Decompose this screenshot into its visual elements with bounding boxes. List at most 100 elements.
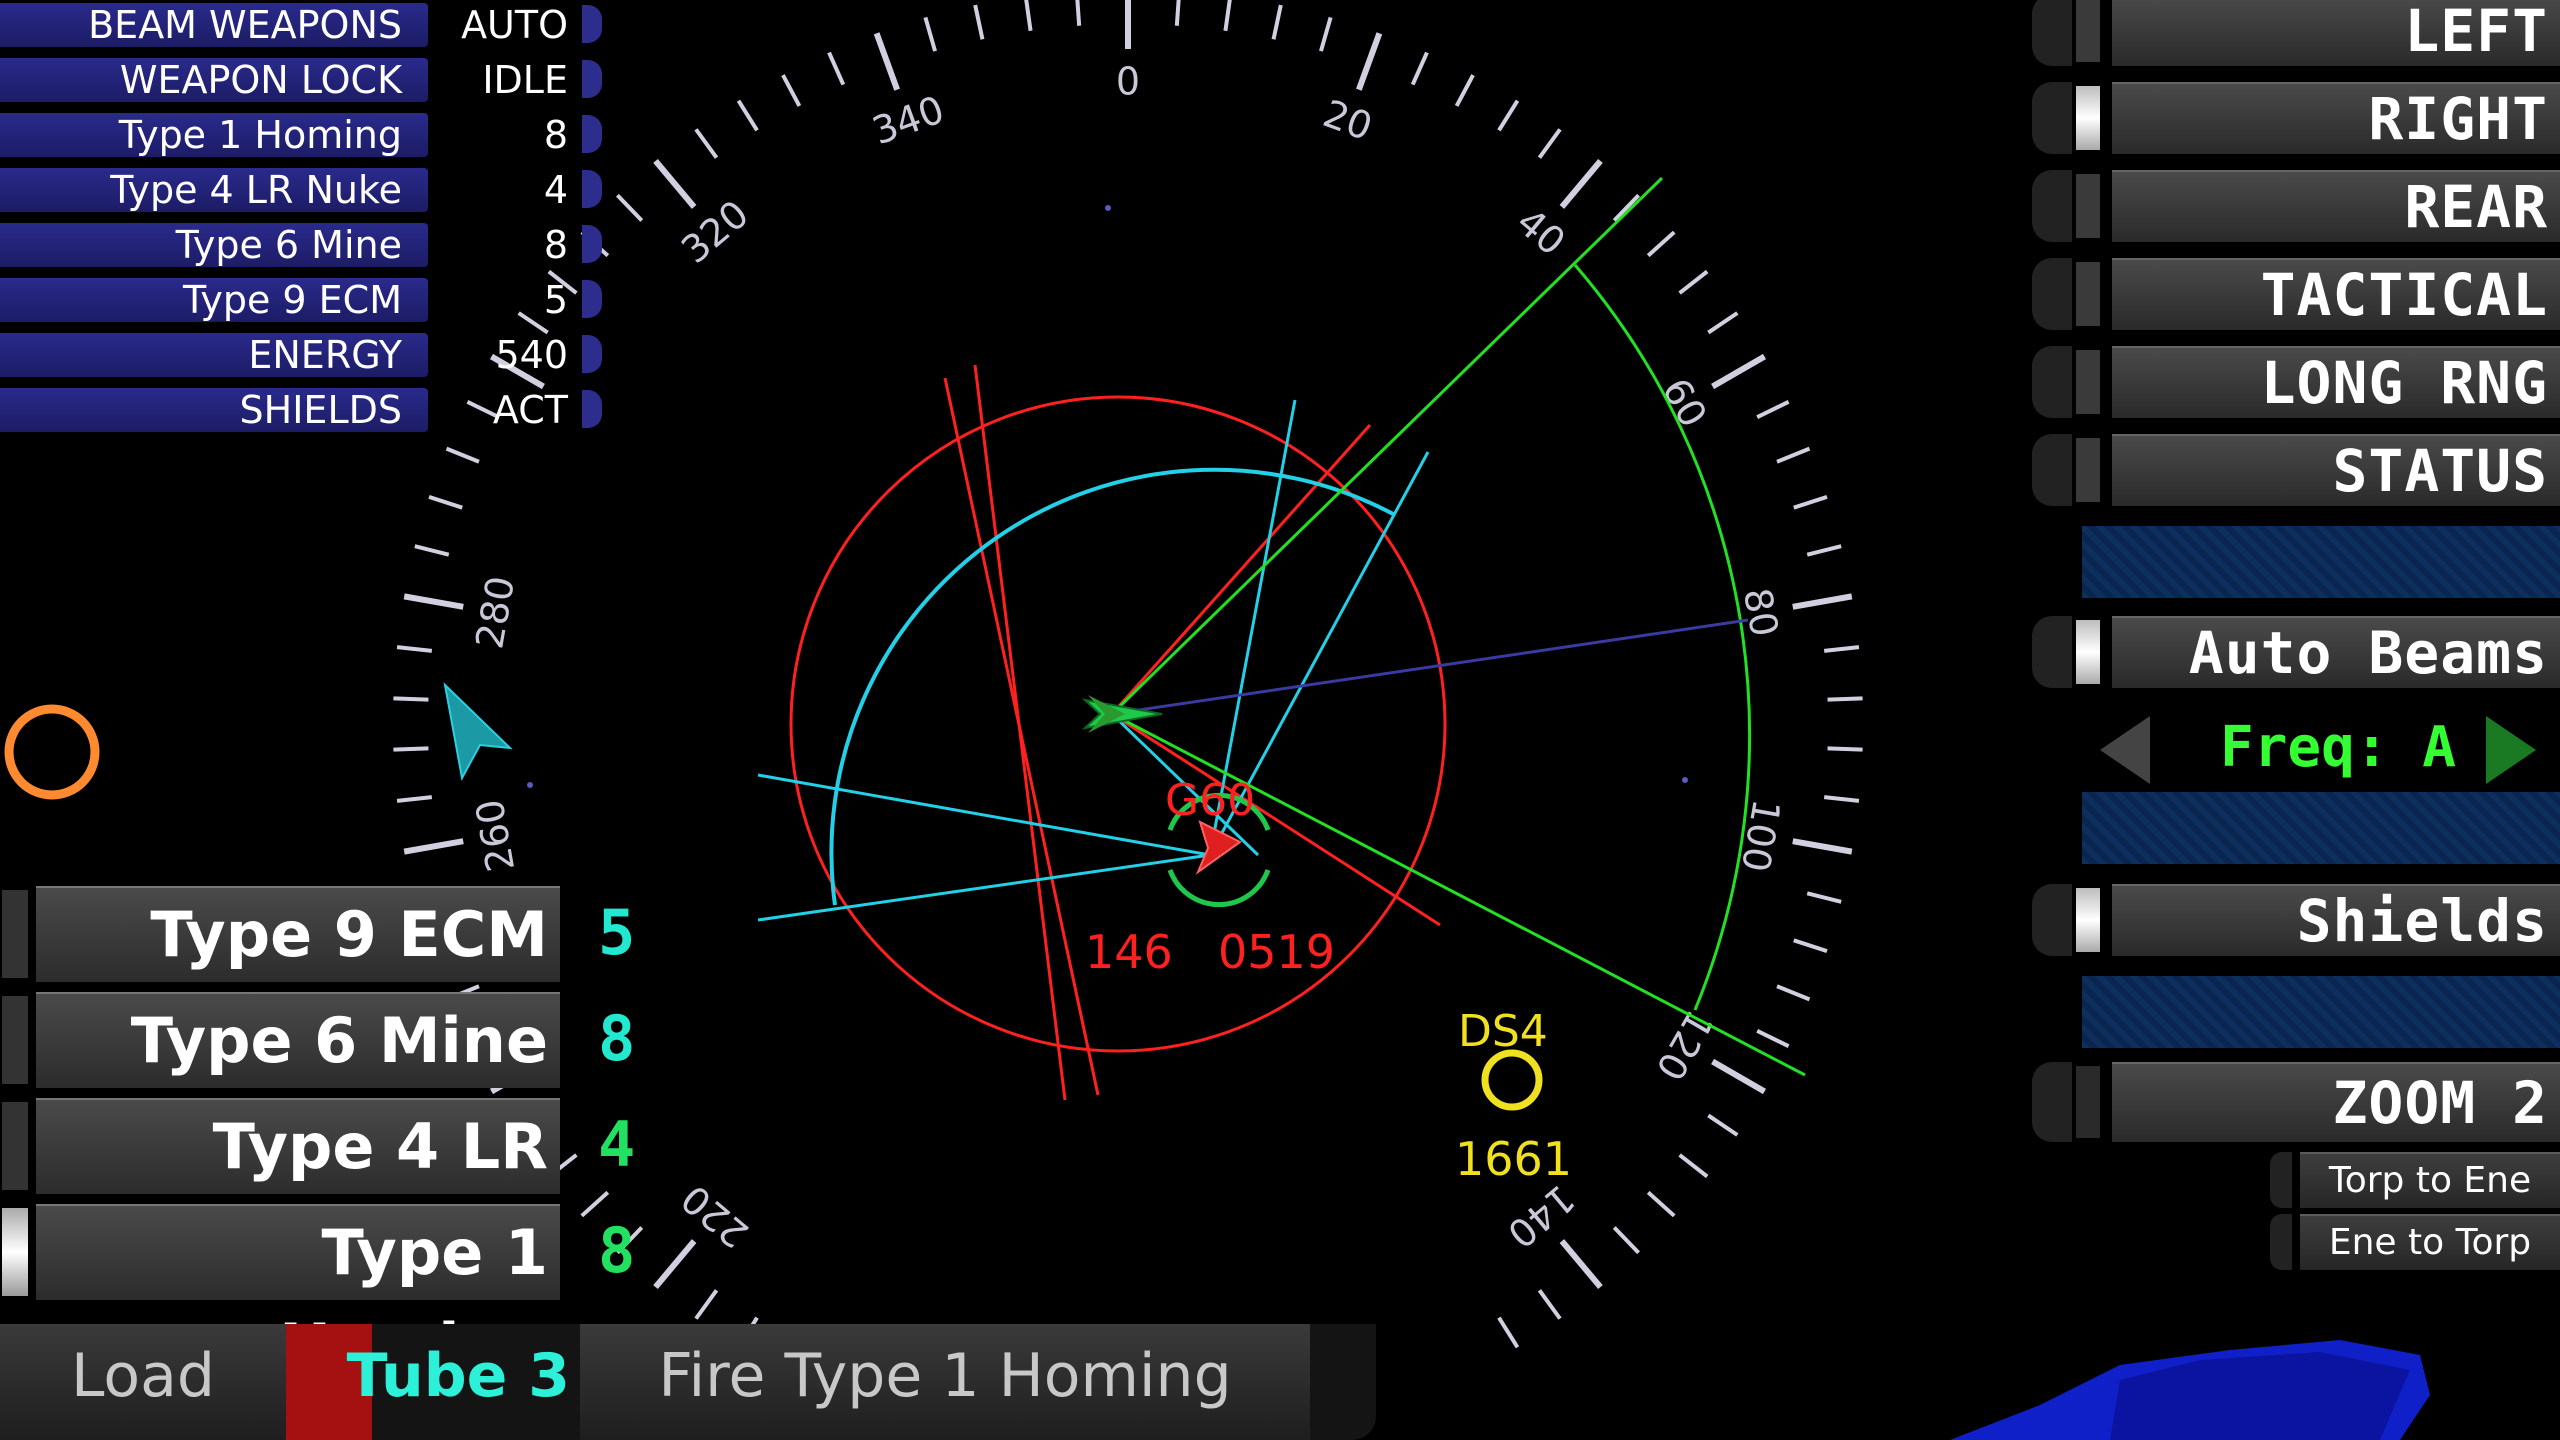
enemy-lock-ring (1167, 869, 1271, 908)
compass-tick (445, 446, 480, 464)
compass-label: 140 (1499, 1176, 1583, 1256)
status-tab (582, 5, 602, 43)
enemy-to-torp-button[interactable]: Ene to Torp (2270, 1214, 2560, 1270)
button-indicator (2076, 1066, 2100, 1138)
compass-tick (1678, 1153, 1709, 1179)
compass-label: 60 (1653, 371, 1715, 435)
enemy-label: G60 (1165, 775, 1255, 826)
status-tab (582, 225, 602, 263)
view-status-label: STATUS (2112, 434, 2560, 506)
compass-tick (1075, 0, 1082, 26)
compass-tick (1319, 16, 1333, 52)
shields-button[interactable]: Shields (2032, 884, 2560, 956)
view-left-label: LEFT (2112, 0, 2560, 66)
weapon-button-ecm[interactable]: Type 9 ECM 5 (0, 886, 660, 982)
friendly-ship-icon[interactable] (443, 682, 513, 781)
beam-line (757, 853, 1211, 922)
view-rear-button[interactable]: REAR (2032, 170, 2560, 242)
compass-tick (1792, 593, 1853, 610)
status-label: Type 9 ECM (0, 278, 428, 322)
weapon-count: 8 (598, 1214, 636, 1287)
status-tab (582, 115, 602, 153)
status-tab (582, 390, 602, 428)
button-knob (2270, 1214, 2292, 1270)
compass-tick (973, 4, 985, 40)
freq-prev-icon[interactable] (2100, 716, 2150, 784)
status-label: WEAPON LOCK (0, 58, 428, 102)
compass-tick (1776, 446, 1811, 464)
compass-tick (1678, 269, 1709, 295)
frequency-label: Freq: A (2219, 715, 2456, 780)
compass-tick (1756, 1029, 1790, 1049)
button-indicator (2, 996, 28, 1084)
contact-marker-orange[interactable] (4, 704, 100, 800)
status-row: ENERGY 540 (0, 330, 610, 380)
view-left-button[interactable]: LEFT (2032, 0, 2560, 66)
torpedo-control-bar: Load Tube 3 Fire Type 1 Homing (0, 1324, 1376, 1440)
weapon-count: 4 (598, 1108, 636, 1181)
compass-tick (1537, 1289, 1562, 1320)
button-indicator (2076, 620, 2100, 684)
weapon-button-mine[interactable]: Type 6 Mine 8 (0, 992, 660, 1088)
scan-sector-edge (1110, 176, 1664, 716)
view-tactical-button[interactable]: TACTICAL (2032, 258, 2560, 330)
scan-sector-arc (1573, 264, 1752, 1011)
compass-label: 220 (673, 1176, 757, 1256)
beam-arc (829, 467, 1396, 906)
view-right-button[interactable]: RIGHT (2032, 82, 2560, 154)
compass-tick (396, 645, 433, 653)
compass-tick (1410, 51, 1429, 86)
compass-tick (403, 593, 464, 610)
status-value: AUTO (461, 3, 568, 47)
status-value: 540 (495, 333, 568, 377)
button-knob (2032, 0, 2072, 66)
compass-tick (736, 99, 759, 132)
zoom-button[interactable]: ZOOM 2 (2032, 1062, 2560, 1142)
frequency-selector: Freq: A (2088, 710, 2560, 786)
button-knob (2032, 82, 2072, 154)
station-icon[interactable] (1481, 1049, 1543, 1111)
weapon-label: Type 6 Mine (36, 992, 560, 1088)
compass-label: 0 (1116, 60, 1140, 104)
compass-tick (1806, 544, 1842, 557)
status-label: Type 1 Homing (0, 113, 428, 157)
button-indicator (2076, 174, 2100, 238)
contact-dot (527, 782, 533, 788)
load-button[interactable]: Load (0, 1324, 286, 1440)
weapon-count: 8 (598, 1002, 636, 1075)
compass-tick (923, 16, 937, 52)
weapon-button-homing[interactable]: Type 1 Homing 8 (0, 1204, 660, 1383)
fire-button[interactable]: Fire Type 1 Homing (580, 1324, 1310, 1440)
freq-next-icon[interactable] (2486, 716, 2536, 784)
compass-label: 120 (1647, 1003, 1721, 1088)
panel-spacer (2082, 976, 2560, 1048)
compass-tick (827, 51, 846, 86)
status-value: ACT (492, 388, 568, 432)
compass-tick (1707, 1113, 1739, 1137)
auto-beams-button[interactable]: Auto Beams (2032, 616, 2560, 688)
compass-tick (873, 32, 900, 91)
player-ship-icon-wing (1088, 695, 1125, 733)
status-row: Type 6 Mine 8 (0, 220, 610, 270)
compass-label: 320 (673, 192, 757, 272)
view-status-button[interactable]: STATUS (2032, 434, 2560, 506)
compass-tick (393, 746, 429, 752)
weapon-button-nuke[interactable]: Type 4 LR Nuke 4 (0, 1098, 660, 1277)
compass-tick (653, 1239, 697, 1289)
compass-tick (1454, 74, 1475, 107)
view-long-range-button[interactable]: LONG RNG (2032, 346, 2560, 418)
enemy-track-line (1110, 424, 1372, 715)
compass-labels: 020406080100120140220260280320340 (467, 60, 1788, 1257)
button-indicator (2, 1208, 28, 1296)
torp-to-enemy-button[interactable]: Torp to Ene (2270, 1152, 2560, 1208)
compass-label: 260 (467, 796, 523, 875)
compass-tick (1792, 838, 1853, 855)
compass-tick (1646, 1190, 1676, 1218)
weapon-label: Type 9 ECM (36, 886, 560, 982)
status-tab (582, 170, 602, 208)
status-tab (582, 280, 602, 318)
beam-line (757, 773, 1211, 857)
compass-tick (1271, 4, 1283, 40)
compass-tick (1537, 128, 1562, 159)
tube-selector[interactable]: Tube 3 (300, 1324, 570, 1440)
